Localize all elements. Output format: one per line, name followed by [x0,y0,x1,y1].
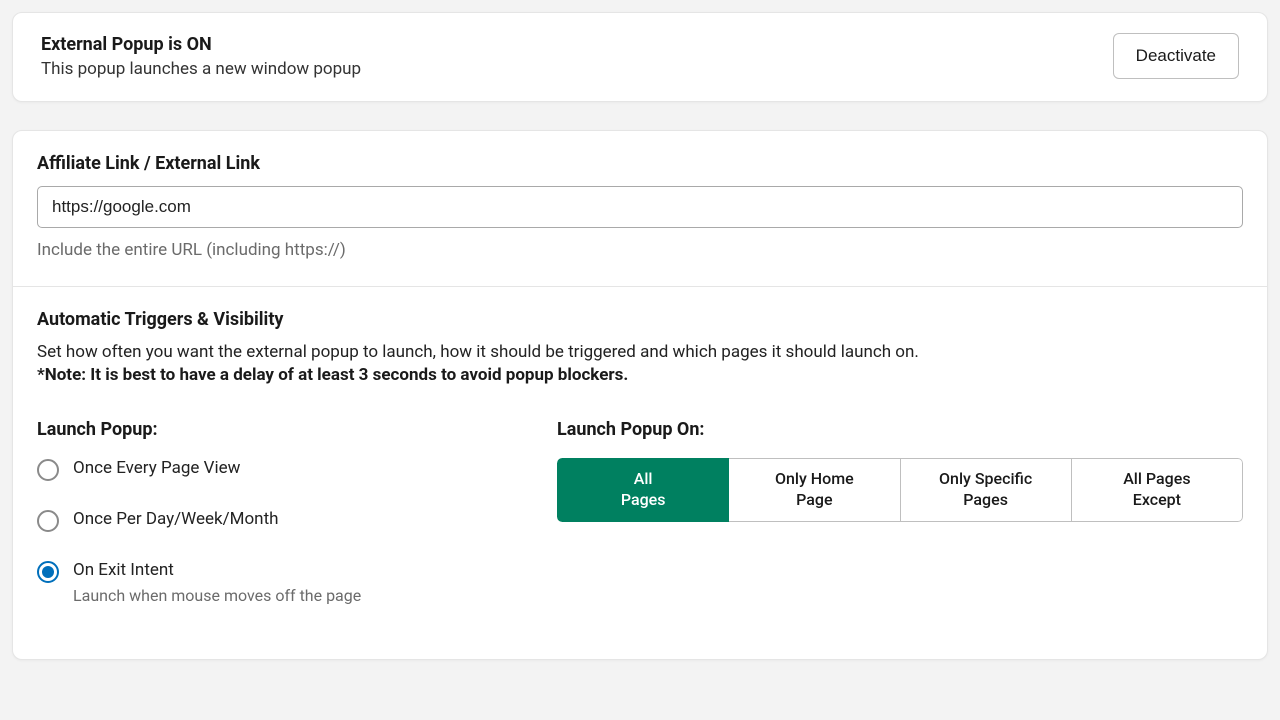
launch-popup-column: Launch Popup: Once Every Page View Once P… [37,419,517,633]
launch-on-segment-1[interactable]: Only Home Page [729,458,900,522]
triggers-columns: Launch Popup: Once Every Page View Once P… [37,419,1243,633]
status-subtitle: This popup launches a new window popup [41,59,361,79]
triggers-section: Automatic Triggers & Visibility Set how … [13,286,1267,659]
status-title: External Popup is ON [41,34,361,55]
launch-popup-radio-1[interactable]: Once Per Day/Week/Month [37,509,517,532]
radio-icon [37,459,59,481]
radio-body: Once Per Day/Week/Month [73,509,279,529]
triggers-note: *Note: It is best to have a delay of at … [37,365,1243,385]
launch-popup-title: Launch Popup: [37,419,517,440]
radio-subtext: Launch when mouse moves off the page [73,586,361,605]
link-help-text: Include the entire URL (including https:… [37,240,1243,260]
launch-on-title: Launch Popup On: [557,419,1243,440]
launch-popup-radio-0[interactable]: Once Every Page View [37,458,517,481]
status-row: External Popup is ON This popup launches… [13,13,1267,101]
settings-card: Affiliate Link / External Link Include t… [12,130,1268,660]
triggers-title: Automatic Triggers & Visibility [37,309,1243,330]
launch-on-segment-2[interactable]: Only Specific Pages [901,458,1072,522]
radio-icon [37,561,59,583]
launch-on-segment-0[interactable]: All Pages [557,458,729,522]
link-section-title: Affiliate Link / External Link [37,153,1243,174]
launch-on-segment-group: All PagesOnly Home PageOnly Specific Pag… [557,458,1243,522]
link-section: Affiliate Link / External Link Include t… [13,131,1267,286]
radio-label: Once Per Day/Week/Month [73,509,279,529]
radio-body: On Exit Intent Launch when mouse moves of… [73,560,361,605]
radio-label: Once Every Page View [73,458,240,478]
radio-icon [37,510,59,532]
launch-popup-radio-2[interactable]: On Exit Intent Launch when mouse moves of… [37,560,517,605]
deactivate-button[interactable]: Deactivate [1113,33,1239,79]
status-card: External Popup is ON This popup launches… [12,12,1268,102]
launch-popup-radio-group: Once Every Page View Once Per Day/Week/Mo… [37,458,517,605]
status-text-block: External Popup is ON This popup launches… [41,34,361,79]
triggers-description: Set how often you want the external popu… [37,342,1243,362]
launch-on-column: Launch Popup On: All PagesOnly Home Page… [557,419,1243,633]
radio-body: Once Every Page View [73,458,240,478]
launch-on-segment-3[interactable]: All Pages Except [1072,458,1243,522]
radio-label: On Exit Intent [73,560,361,580]
affiliate-link-input[interactable] [37,186,1243,228]
